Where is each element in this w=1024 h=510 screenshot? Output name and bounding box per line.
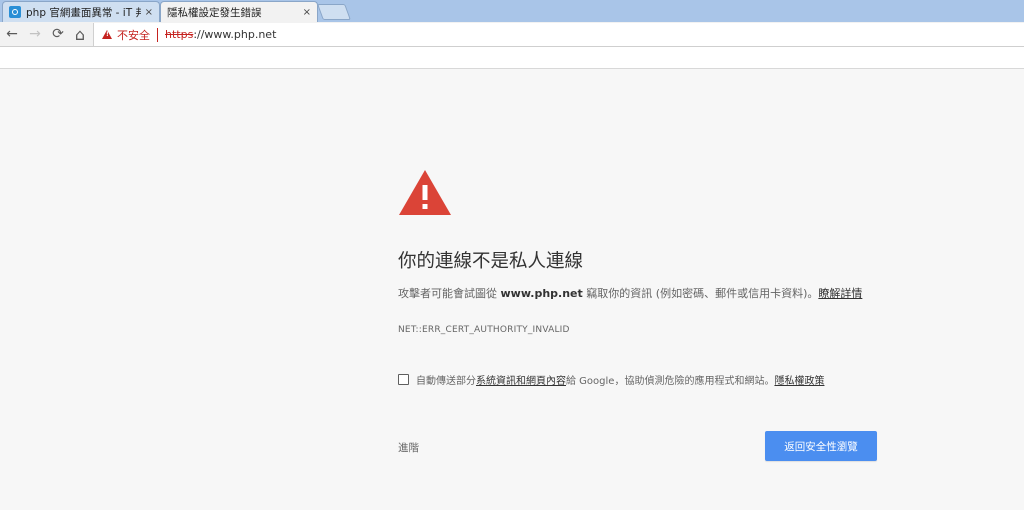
extended-reporting-checkbox[interactable] xyxy=(398,374,409,385)
system-info-link[interactable]: 系統資訊和網頁內容 xyxy=(476,372,566,387)
tab-title: 隱私權設定發生錯誤 xyxy=(167,7,262,19)
desc-text: 攻擊者可能會試圖從 xyxy=(398,287,501,300)
advanced-button[interactable]: 進階 xyxy=(398,440,419,455)
optin-text: 給 Google，協助偵測危險的應用程式和網站。 xyxy=(566,376,775,387)
tab-php-it[interactable]: php 官網畫面異常 - iT 邦 × xyxy=(2,1,160,22)
home-icon[interactable]: ⌂ xyxy=(71,25,89,44)
browser-toolbar: ← → ⟳ ⌂ 不安全 https ://www.php.net xyxy=(0,22,1024,47)
optin-text: 自動傳送部分 xyxy=(416,376,476,387)
tab-close-icon[interactable]: × xyxy=(145,7,153,18)
ithome-favicon-icon xyxy=(9,6,21,18)
url-scheme: https xyxy=(165,28,194,41)
error-description: 攻擊者可能會試圖從 www.php.net 竊取你的資訊 (例如密碼、郵件或信用… xyxy=(398,285,880,303)
page-title: 你的連線不是私人連線 xyxy=(398,251,584,272)
desc-text: 竊取你的資訊 (例如密碼、郵件或信用卡資料)。 xyxy=(582,287,819,300)
tab-strip: php 官網畫面異常 - iT 邦 × 隱私權設定發生錯誤 × xyxy=(0,0,1024,23)
warning-icon[interactable] xyxy=(102,30,112,39)
tab-privacy-error[interactable]: 隱私權設定發生錯誤 × xyxy=(160,1,318,23)
warning-triangle-icon xyxy=(399,170,451,215)
forward-icon[interactable]: → xyxy=(26,25,44,43)
tab-title: php 官網畫面異常 - iT 邦 xyxy=(26,6,141,19)
tab-close-icon[interactable]: × xyxy=(303,7,311,18)
reload-icon[interactable]: ⟳ xyxy=(49,25,67,43)
back-to-safety-button[interactable]: 返回安全性瀏覽 xyxy=(765,431,877,461)
bookmark-bar xyxy=(0,47,1024,69)
address-bar[interactable]: 不安全 https ://www.php.net xyxy=(93,23,1024,46)
learn-more-link[interactable]: 瞭解詳情 xyxy=(818,287,862,300)
extended-reporting-optin: 自動傳送部分 系統資訊和網頁內容給 Google，協助偵測危險的應用程式和網站。隱… xyxy=(398,372,824,387)
not-secure-label[interactable]: 不安全 xyxy=(117,27,150,43)
privacy-policy-link[interactable]: 隱私權政策 xyxy=(774,372,824,387)
error-code[interactable]: NET::ERR_CERT_AUTHORITY_INVALID xyxy=(398,325,570,335)
back-icon[interactable]: ← xyxy=(3,25,21,43)
omnibox-divider xyxy=(157,27,158,42)
url-host: ://www.php.net xyxy=(193,28,277,41)
new-tab-button[interactable] xyxy=(317,4,351,20)
desc-host: www.php.net xyxy=(500,287,583,300)
